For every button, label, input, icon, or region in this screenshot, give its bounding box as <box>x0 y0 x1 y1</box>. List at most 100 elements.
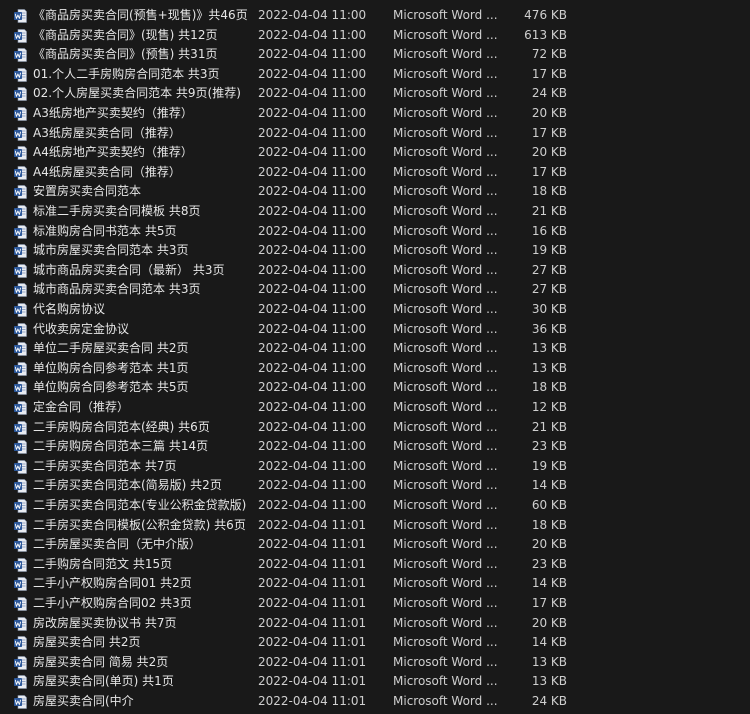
file-type: Microsoft Word ... <box>393 400 498 414</box>
file-modified-date: 2022-04-04 11:00 <box>258 106 367 120</box>
file-size: 17 KB <box>531 596 567 610</box>
file-modified-date: 2022-04-04 11:00 <box>258 86 367 101</box>
file-modified-date: 2022-04-04 11:00 <box>258 8 367 22</box>
file-row[interactable]: A4纸房地产买卖契约（推荐） 2022-04-04 11:00 Microsof… <box>0 143 750 163</box>
file-type: Microsoft Word ... <box>393 262 498 277</box>
file-name: 单位购房合同参考范本 共5页 <box>33 380 189 395</box>
file-type: Microsoft Word ... <box>393 654 498 669</box>
file-modified-date: 2022-04-04 11:01 <box>258 537 367 552</box>
file-modified-date: 2022-04-04 11:00 <box>258 478 367 493</box>
file-modified-date: 2022-04-04 11:01 <box>258 674 367 689</box>
file-row[interactable]: 二手小产权购房合同01 共2页 2022-04-04 11:01 Microso… <box>0 574 750 594</box>
file-name: 房屋买卖合同 共2页 <box>33 635 141 650</box>
file-row[interactable]: 安置房买卖合同范本 2022-04-04 11:00 Microsoft Wor… <box>0 182 750 202</box>
file-type: Microsoft Word ... <box>393 204 498 218</box>
file-name: 房屋买卖合同(单页) 共1页 <box>33 674 174 689</box>
file-row[interactable]: A3纸房屋买卖合同（推荐） 2022-04-04 11:00 Microsoft… <box>0 124 750 144</box>
file-modified-date: 2022-04-04 11:00 <box>258 498 367 512</box>
file-row[interactable]: 房屋买卖合同(单页) 共1页 2022-04-04 11:01 Microsof… <box>0 672 750 692</box>
file-type: Microsoft Word ... <box>393 576 498 591</box>
file-size: 20 KB <box>531 145 567 160</box>
file-size: 21 KB <box>531 204 567 218</box>
file-row[interactable]: 二手购房合同范文 共15页 2022-04-04 11:01 Microsoft… <box>0 555 750 575</box>
file-row[interactable]: 房屋买卖合同 共2页 2022-04-04 11:01 Microsoft Wo… <box>0 633 750 653</box>
file-row[interactable]: 二手房买卖合同模板(公积金贷款) 共6页 2022-04-04 11:01 Mi… <box>0 516 750 536</box>
file-row[interactable]: 代名购房协议 2022-04-04 11:00 Microsoft Word .… <box>0 300 750 320</box>
file-size: 17 KB <box>531 164 567 179</box>
file-row[interactable]: 标准购房合同书范本 共5页 2022-04-04 11:00 Microsoft… <box>0 222 750 242</box>
file-row[interactable]: A3纸房地产买卖契约（推荐） 2022-04-04 11:00 Microsof… <box>0 104 750 124</box>
file-size: 23 KB <box>531 439 567 454</box>
file-row[interactable]: 城市房屋买卖合同范本 共3页 2022-04-04 11:00 Microsof… <box>0 241 750 261</box>
file-modified-date: 2022-04-04 11:00 <box>258 164 367 179</box>
file-row[interactable]: 房改房屋买卖协议书 共7页 2022-04-04 11:01 Microsoft… <box>0 614 750 634</box>
file-row[interactable]: 标准二手房买卖合同模板 共8页 2022-04-04 11:00 Microso… <box>0 202 750 222</box>
file-row[interactable]: 城市商品房买卖合同（最新） 共3页 2022-04-04 11:00 Micro… <box>0 261 750 281</box>
word-document-icon <box>14 381 27 396</box>
file-type: Microsoft Word ... <box>393 145 498 160</box>
file-row[interactable]: 代收卖房定金协议 2022-04-04 11:00 Microsoft Word… <box>0 320 750 340</box>
file-name: 二手房屋买卖合同（无中介版） <box>33 537 202 552</box>
file-row[interactable]: 02.个人房屋买卖合同范本 共9页(推荐) 2022-04-04 11:00 M… <box>0 84 750 104</box>
file-row[interactable]: 单位二手房屋买卖合同 共2页 2022-04-04 11:00 Microsof… <box>0 339 750 359</box>
file-row[interactable]: 01.个人二手房购房合同范本 共3页 2022-04-04 11:00 Micr… <box>0 65 750 85</box>
file-row[interactable]: 《商品房买卖合同》(现售) 共12页 2022-04-04 11:00 Micr… <box>0 26 750 46</box>
file-name: 二手房买卖合同范本(简易版) 共2页 <box>33 478 222 493</box>
file-row[interactable]: 房屋买卖合同(中介 2022-04-04 11:01 Microsoft Wor… <box>0 692 750 712</box>
file-row[interactable]: 二手房买卖合同范本(简易版) 共2页 2022-04-04 11:00 Micr… <box>0 476 750 496</box>
file-size: 24 KB <box>531 86 567 101</box>
file-type: Microsoft Word ... <box>393 125 498 140</box>
file-size: 20 KB <box>531 615 567 630</box>
file-size: 12 KB <box>531 400 567 414</box>
file-modified-date: 2022-04-04 11:00 <box>258 204 367 218</box>
file-name: 标准二手房买卖合同模板 共8页 <box>33 204 201 218</box>
file-size: 14 KB <box>531 478 567 493</box>
file-row[interactable]: A4纸房屋买卖合同（推荐） 2022-04-04 11:00 Microsoft… <box>0 163 750 183</box>
file-name: 二手房买卖合同范本(专业公积金贷款版) <box>33 498 247 512</box>
word-document-icon <box>14 244 27 258</box>
file-row[interactable]: 二手房购房合同范本(经典) 共6页 2022-04-04 11:00 Micro… <box>0 418 750 438</box>
file-type: Microsoft Word ... <box>393 27 498 42</box>
file-row[interactable]: 二手房买卖合同范本 共7页 2022-04-04 11:00 Microsoft… <box>0 457 750 477</box>
word-document-icon <box>14 185 27 200</box>
file-modified-date: 2022-04-04 11:01 <box>258 635 367 650</box>
file-type: Microsoft Word ... <box>393 439 498 454</box>
file-name: 城市商品房买卖合同范本 共3页 <box>33 282 201 297</box>
file-modified-date: 2022-04-04 11:00 <box>258 321 367 336</box>
file-modified-date: 2022-04-04 11:01 <box>258 615 367 630</box>
file-name: 房屋买卖合同 简易 共2页 <box>33 654 169 669</box>
word-document-icon <box>14 67 27 82</box>
word-document-icon <box>14 303 27 317</box>
file-row[interactable]: 单位购房合同参考范本 共1页 2022-04-04 11:00 Microsof… <box>0 359 750 379</box>
file-name: 定金合同（推荐） <box>33 400 130 414</box>
file-row[interactable]: 《商品房买卖合同》(预售) 共31页 2022-04-04 11:00 Micr… <box>0 45 750 65</box>
file-type: Microsoft Word ... <box>393 302 498 316</box>
file-modified-date: 2022-04-04 11:00 <box>258 47 367 62</box>
file-name: 二手小产权购房合同01 共2页 <box>33 576 192 591</box>
word-document-icon <box>14 499 27 513</box>
file-row[interactable]: 单位购房合同参考范本 共5页 2022-04-04 11:00 Microsof… <box>0 378 750 398</box>
file-size: 21 KB <box>531 419 567 434</box>
file-row[interactable]: 城市商品房买卖合同范本 共3页 2022-04-04 11:00 Microso… <box>0 280 750 300</box>
file-row[interactable]: 二手房购房合同范本三篇 共14页 2022-04-04 11:00 Micros… <box>0 437 750 457</box>
file-modified-date: 2022-04-04 11:01 <box>258 694 367 708</box>
file-modified-date: 2022-04-04 11:01 <box>258 654 367 669</box>
word-document-icon <box>14 146 27 160</box>
file-row[interactable]: 二手小产权购房合同02 共3页 2022-04-04 11:01 Microso… <box>0 594 750 614</box>
file-row[interactable]: 房屋买卖合同 简易 共2页 2022-04-04 11:01 Microsoft… <box>0 653 750 673</box>
file-row[interactable]: 二手房买卖合同范本(专业公积金贷款版) 2022-04-04 11:00 Mic… <box>0 496 750 516</box>
file-size: 13 KB <box>531 674 567 689</box>
file-row[interactable]: 二手房屋买卖合同（无中介版） 2022-04-04 11:01 Microsof… <box>0 535 750 555</box>
file-size: 18 KB <box>531 184 567 199</box>
file-name: 01.个人二手房购房合同范本 共3页 <box>33 66 220 81</box>
file-type: Microsoft Word ... <box>393 615 498 630</box>
file-row[interactable]: 《商品房买卖合同(预售+现售)》共46页 2022-04-04 11:00 Mi… <box>0 6 750 26</box>
word-document-icon <box>14 9 27 23</box>
file-row[interactable]: 定金合同（推荐） 2022-04-04 11:00 Microsoft Word… <box>0 398 750 418</box>
file-type: Microsoft Word ... <box>393 360 498 375</box>
word-document-icon <box>14 695 27 709</box>
file-name: 标准购房合同书范本 共5页 <box>33 223 177 238</box>
file-modified-date: 2022-04-04 11:00 <box>258 223 367 238</box>
file-name: 02.个人房屋买卖合同范本 共9页(推荐) <box>33 86 241 101</box>
file-size: 476 KB <box>524 8 567 22</box>
